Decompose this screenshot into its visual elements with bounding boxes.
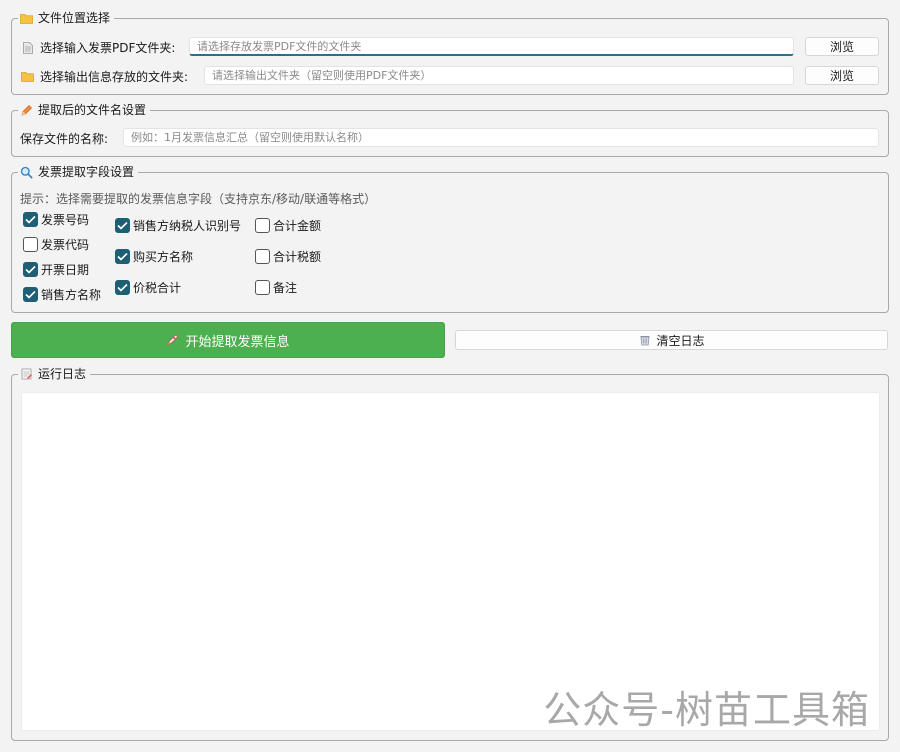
checkbox-seller-tax-id[interactable]: 销售方纳税人识别号 — [115, 217, 241, 234]
file-location-title-text: 文件位置选择 — [38, 11, 111, 25]
memo-icon — [20, 368, 33, 381]
filename-settings-title-text: 提取后的文件名设置 — [38, 103, 147, 117]
document-icon — [21, 41, 34, 54]
folder-icon — [20, 12, 33, 25]
log-title: 运行日志 — [18, 366, 91, 382]
checkbox-total-tax[interactable]: 合计税额 — [255, 248, 321, 265]
input-folder-label: 选择输入发票PDF文件夹: — [40, 41, 176, 55]
checkbox-total-with-tax[interactable]: 价税合计 — [115, 279, 181, 296]
start-extract-label: 开始提取发票信息 — [185, 333, 290, 349]
fields-settings-title: 发票提取字段设置 — [18, 164, 139, 180]
checkbox-label: 合计税额 — [273, 250, 322, 264]
checkbox-label: 合计金额 — [273, 219, 322, 233]
checkbox-box[interactable] — [255, 249, 270, 264]
checkbox-box[interactable] — [115, 218, 130, 233]
checkbox-box[interactable] — [23, 287, 38, 302]
pencil-icon — [20, 104, 33, 117]
checkbox-invoice-code[interactable]: 发票代码 — [23, 236, 89, 253]
checkbox-seller-name[interactable]: 销售方名称 — [23, 286, 101, 303]
rocket-icon — [166, 334, 179, 347]
checkbox-buyer-name[interactable]: 购买方名称 — [115, 248, 193, 265]
filename-settings-title: 提取后的文件名设置 — [18, 102, 151, 118]
checkbox-label: 发票号码 — [41, 213, 90, 227]
search-icon — [20, 166, 33, 179]
checkbox-label: 发票代码 — [41, 238, 90, 252]
fields-hint: 提示：选择需要提取的发票信息字段（支持京东/移动/联通等格式） — [20, 192, 377, 206]
checkbox-invoice-number[interactable]: 发票号码 — [23, 211, 89, 228]
checkbox-box[interactable] — [255, 218, 270, 233]
trash-icon — [638, 334, 651, 347]
file-location-group: 文件位置选择 选择输入发票PDF文件夹: 浏览 选择输出信息存放的文件夹: 浏览 — [11, 10, 889, 95]
output-folder-label-row: 选择输出信息存放的文件夹: — [21, 68, 188, 85]
checkbox-box[interactable] — [23, 237, 38, 252]
filename-label: 保存文件的名称: — [20, 132, 109, 146]
checkbox-label: 价税合计 — [133, 281, 182, 295]
filename-field[interactable] — [123, 128, 879, 147]
output-folder-label: 选择输出信息存放的文件夹: — [40, 70, 189, 84]
checkbox-issue-date[interactable]: 开票日期 — [23, 261, 89, 278]
input-folder-field[interactable] — [189, 37, 794, 56]
file-location-title: 文件位置选择 — [18, 10, 115, 26]
checkbox-label: 销售方名称 — [41, 288, 102, 302]
checkbox-label: 购买方名称 — [133, 250, 194, 264]
checkbox-label: 开票日期 — [41, 263, 90, 277]
checkbox-label: 备注 — [273, 281, 298, 295]
checkbox-box[interactable] — [23, 262, 38, 277]
checkbox-remarks[interactable]: 备注 — [255, 279, 297, 296]
output-folder-field[interactable] — [204, 66, 794, 85]
checkbox-box[interactable] — [255, 280, 270, 295]
clear-log-label: 清空日志 — [656, 333, 705, 348]
fields-settings-group: 发票提取字段设置 提示：选择需要提取的发票信息字段（支持京东/移动/联通等格式）… — [11, 164, 889, 313]
checkbox-total-amount[interactable]: 合计金额 — [255, 217, 321, 234]
browse-input-button[interactable]: 浏览 — [805, 37, 879, 56]
input-folder-label-row: 选择输入发票PDF文件夹: — [21, 39, 175, 56]
filename-settings-group: 提取后的文件名设置 保存文件的名称: — [11, 102, 889, 157]
folder-icon — [21, 70, 34, 83]
fields-settings-title-text: 发票提取字段设置 — [38, 165, 135, 179]
log-title-text: 运行日志 — [38, 367, 87, 381]
start-extract-button[interactable]: 开始提取发票信息 — [11, 322, 445, 358]
checkbox-box[interactable] — [23, 212, 38, 227]
clear-log-button[interactable]: 清空日志 — [455, 330, 888, 350]
watermark: 公众号-树苗工具箱 — [543, 688, 870, 732]
browse-output-button[interactable]: 浏览 — [805, 66, 879, 85]
checkbox-box[interactable] — [115, 249, 130, 264]
checkbox-box[interactable] — [115, 280, 130, 295]
checkbox-label: 销售方纳税人识别号 — [133, 219, 242, 233]
